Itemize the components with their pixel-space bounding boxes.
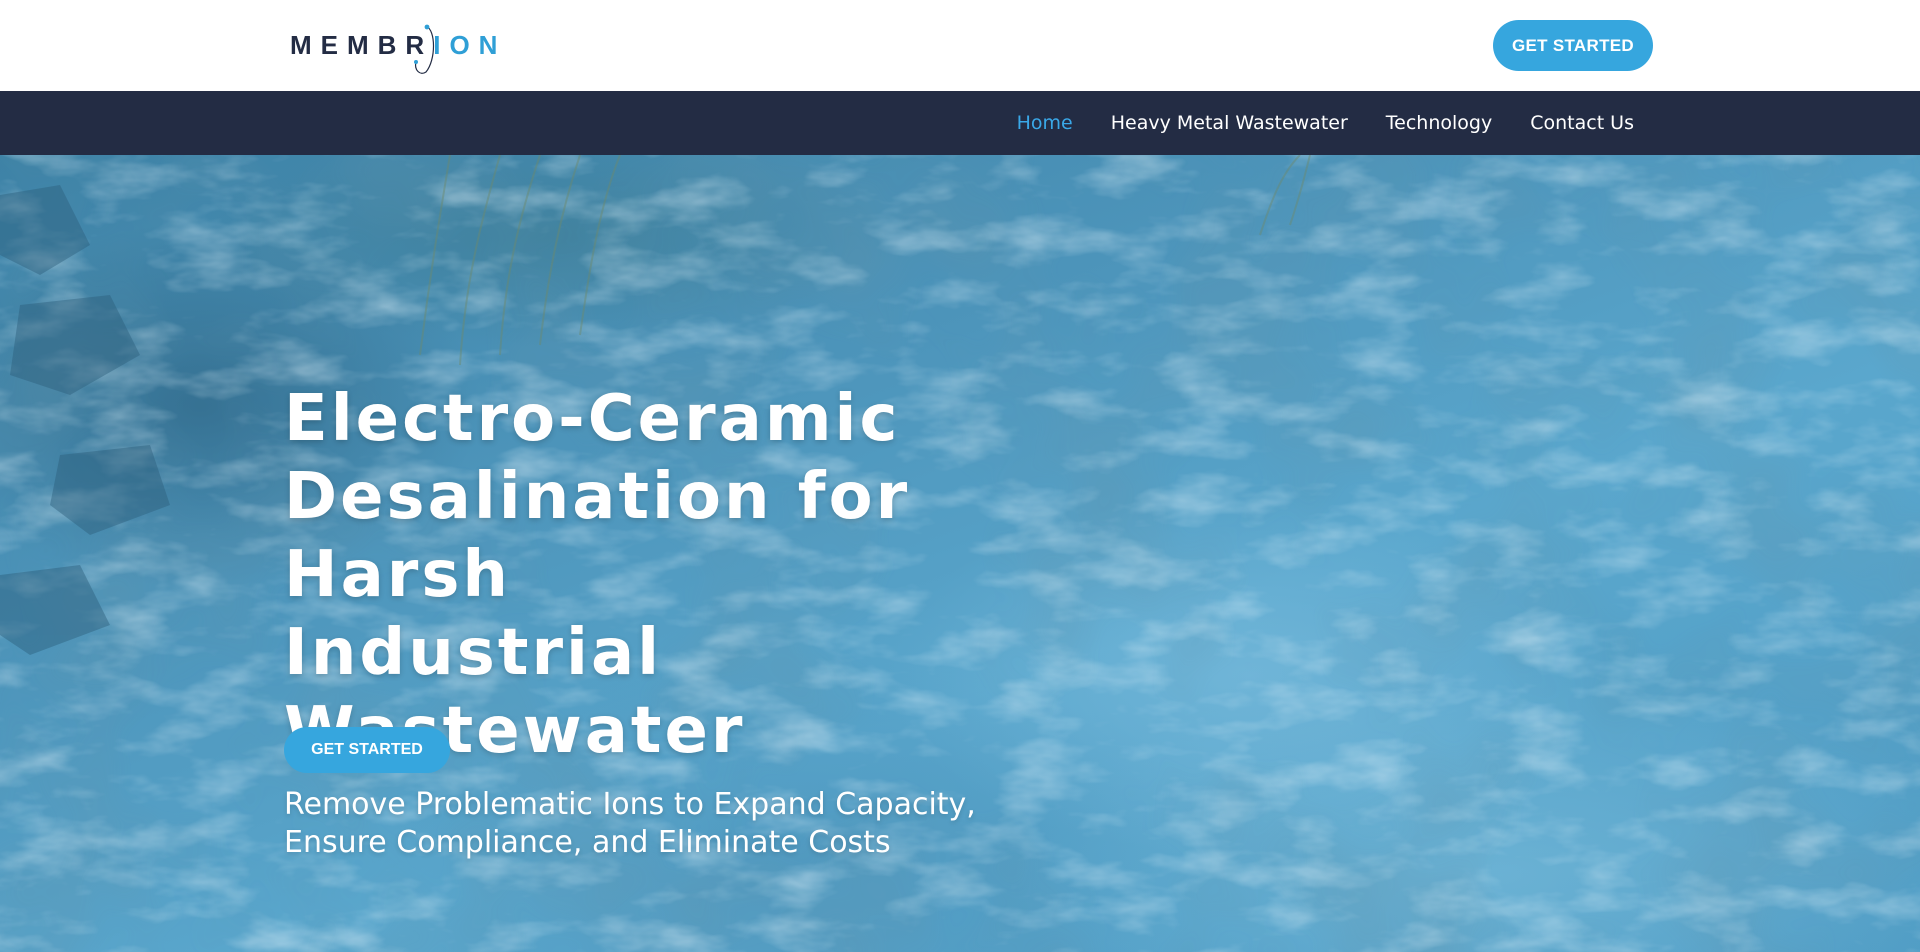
nav-item-contact-us[interactable]: Contact Us (1530, 112, 1634, 134)
nav-item-heavy-metal-wastewater[interactable]: Heavy Metal Wastewater (1111, 112, 1348, 134)
hero-title-line-1: Electro-Ceramic (284, 382, 901, 456)
hero-subtitle: Remove Problematic Ions to Expand Capaci… (284, 787, 976, 860)
hero-get-started-button[interactable]: GET STARTED (284, 727, 450, 773)
hero-content: Electro-Ceramic Desalination for Harsh I… (284, 380, 1104, 862)
logo-wordmark-prefix: MEMBR (290, 30, 434, 60)
nav-item-home[interactable]: Home (1017, 112, 1073, 134)
membrion-logo[interactable]: MEMBRION (286, 20, 497, 76)
main-navigation: Home Heavy Metal Wastewater Technology C… (0, 91, 1920, 155)
hero-section: Electro-Ceramic Desalination for Harsh I… (0, 155, 1920, 952)
logo-wordmark-accent: ION (433, 30, 507, 60)
nav-item-technology[interactable]: Technology (1386, 112, 1492, 134)
top-header: MEMBRION GET STARTED (0, 0, 1920, 91)
hero-title-line-2: Desalination for Harsh (284, 460, 911, 612)
hero-title: Electro-Ceramic Desalination for Harsh I… (284, 380, 1104, 770)
nav-list: Home Heavy Metal Wastewater Technology C… (1017, 91, 1634, 155)
header-get-started-button[interactable]: GET STARTED (1493, 20, 1653, 71)
logo-wordmark: MEMBRION (290, 30, 506, 61)
